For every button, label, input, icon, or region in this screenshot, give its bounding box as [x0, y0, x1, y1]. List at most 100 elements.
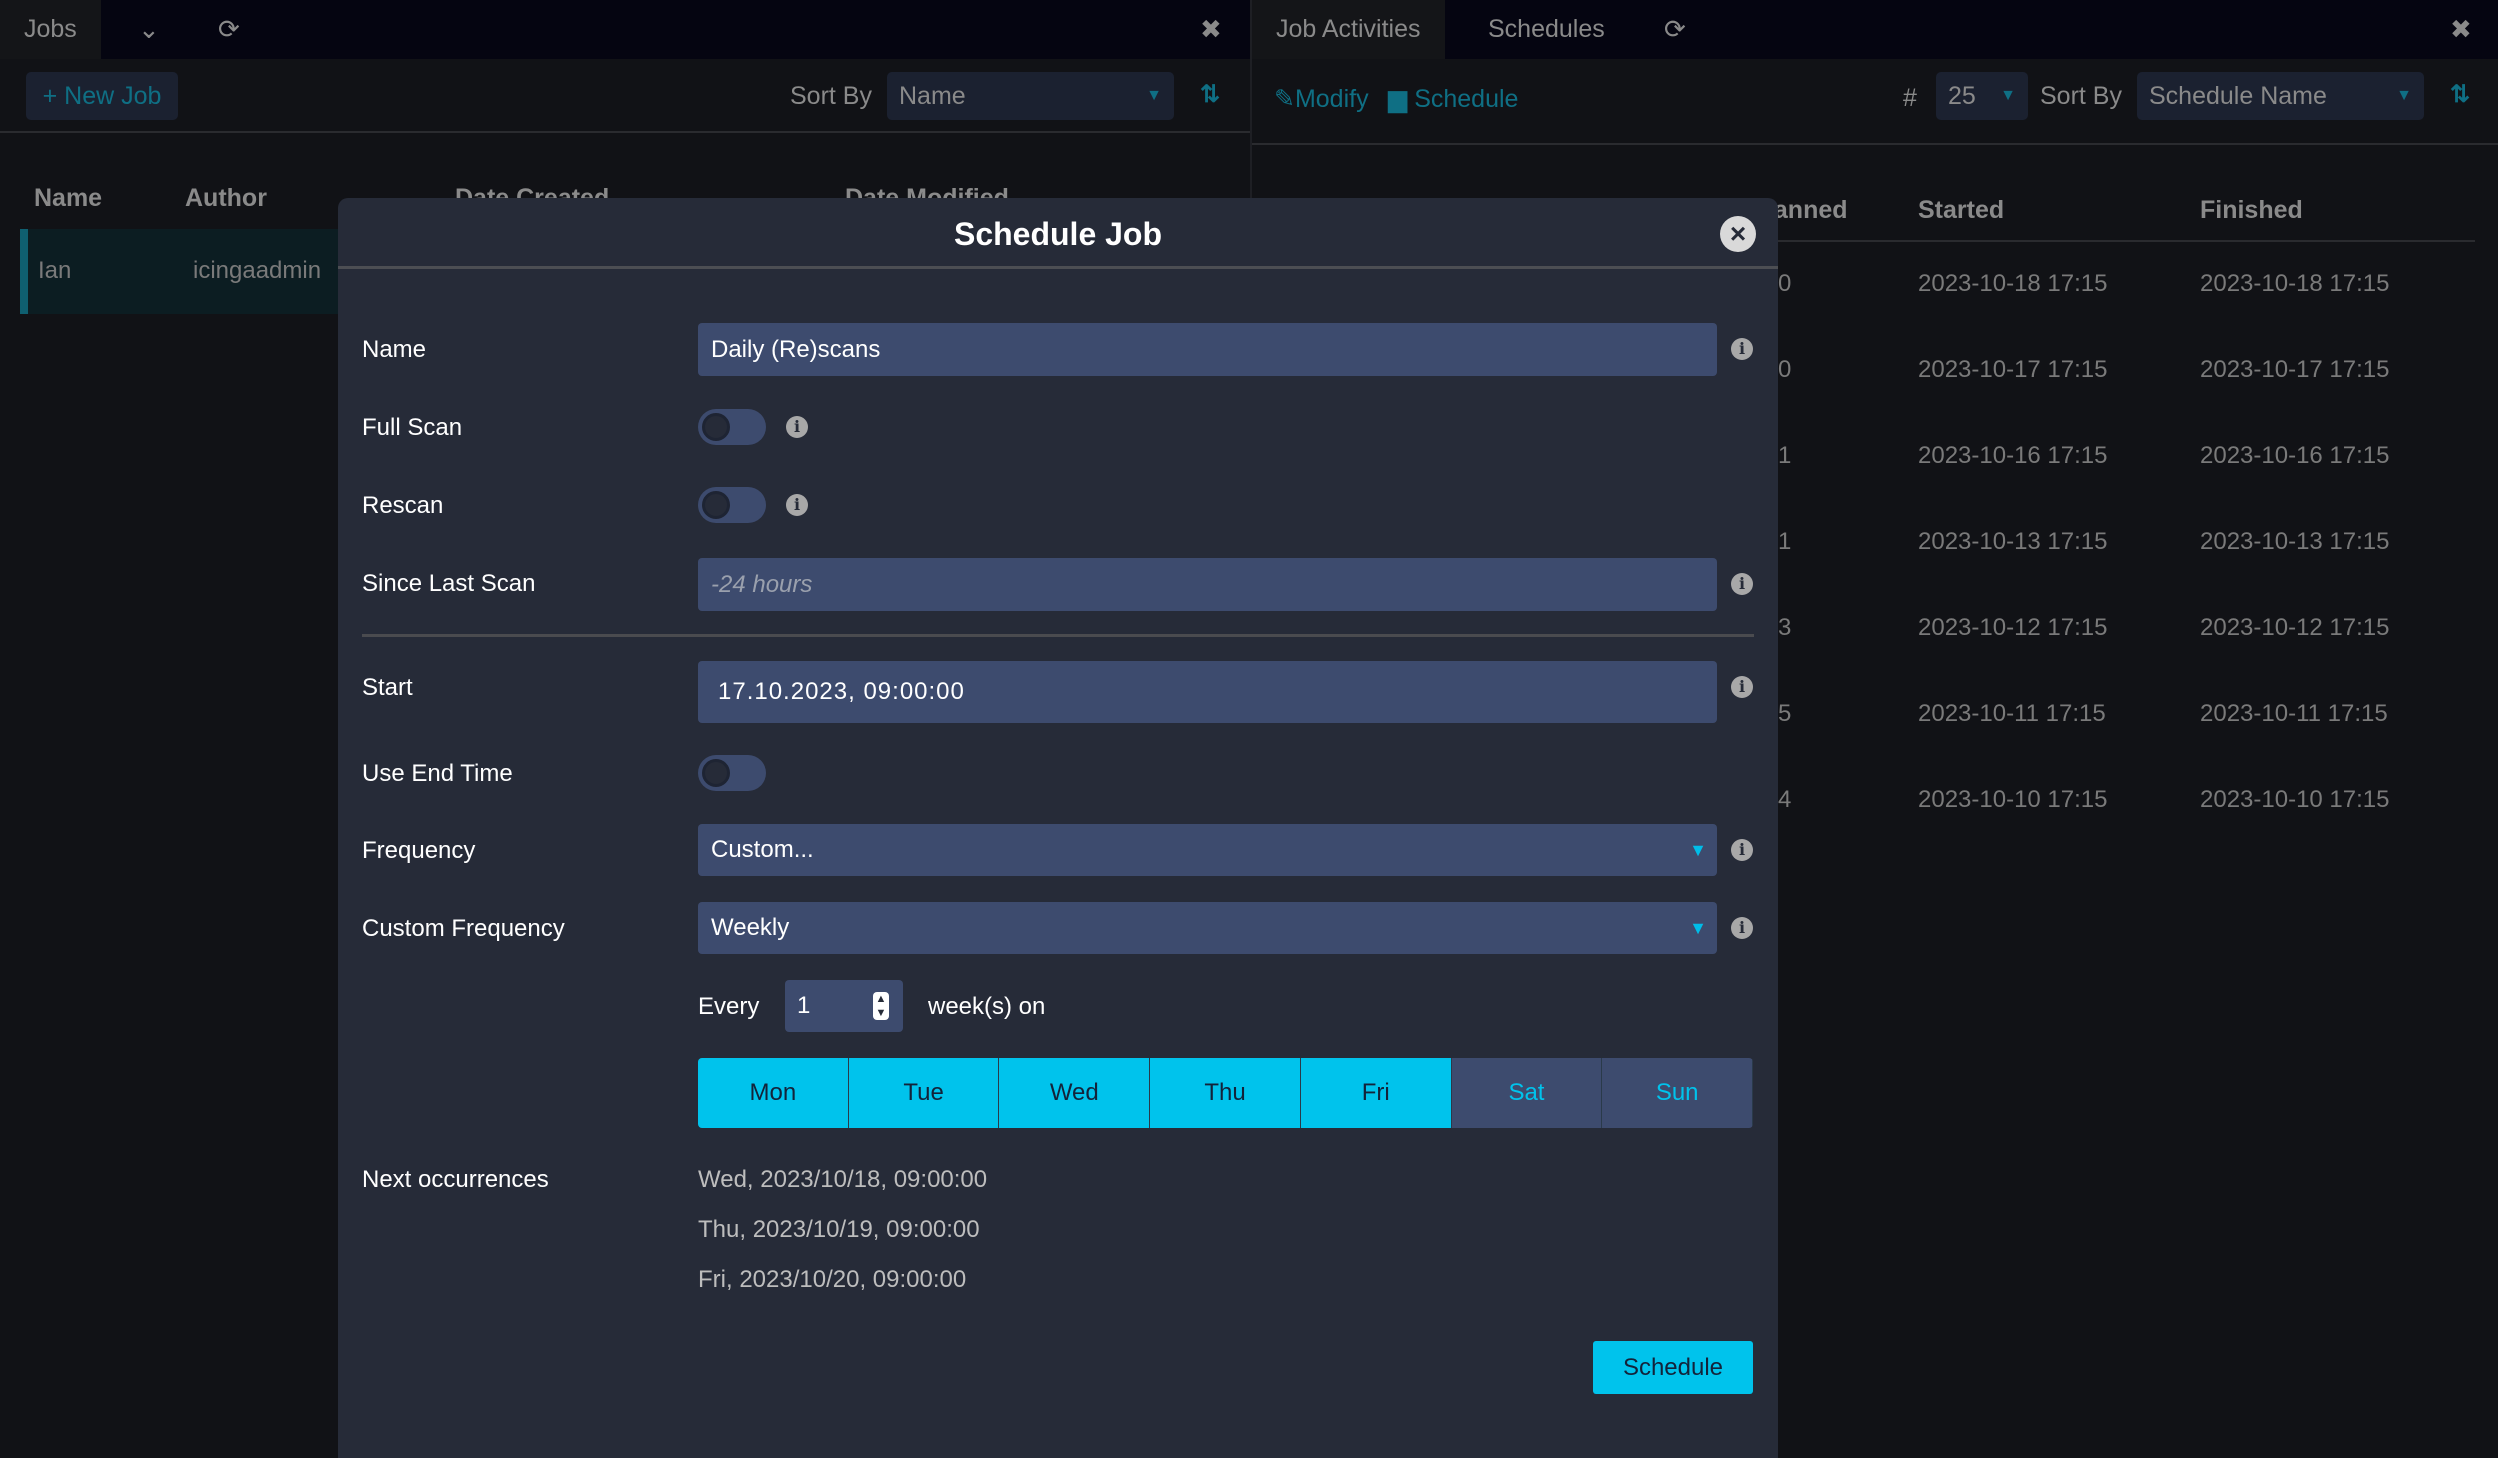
row-name: Ian: [38, 257, 72, 284]
row-scanned: 3: [1778, 614, 1792, 641]
info-icon[interactable]: i: [1731, 839, 1753, 861]
day-toggle-wed[interactable]: Wed: [999, 1058, 1151, 1128]
new-job-button[interactable]: + New Job: [26, 72, 178, 120]
custom-frequency-label: Custom Frequency: [362, 915, 565, 942]
page-size-value: 25: [1948, 82, 1976, 110]
sort-direction-icon[interactable]: ⇅: [1200, 80, 1220, 109]
sort-by-select[interactable]: Name ▼: [887, 72, 1174, 120]
day-toggle-sat[interactable]: Sat: [1451, 1058, 1603, 1128]
every-number-input[interactable]: 1 ▲ ▼: [785, 980, 903, 1032]
modify-button[interactable]: ✎Modify: [1274, 84, 1369, 114]
since-last-scan-label: Since Last Scan: [362, 570, 536, 597]
refresh-icon[interactable]: ⟳: [1664, 0, 1686, 59]
start-label: Start: [362, 674, 413, 701]
next-occurrence: Wed, 2023/10/18, 09:00:00: [698, 1166, 988, 1193]
divider: [362, 634, 1754, 637]
caret-down-icon: ▼: [1689, 839, 1707, 860]
name-input[interactable]: Daily (Re)scans: [698, 323, 1717, 376]
row-started: 2023-10-13 17:15: [1918, 528, 2108, 555]
row-scanned: 0: [1778, 356, 1792, 383]
row-started: 2023-10-18 17:15: [1918, 270, 2108, 297]
row-scanned: 0: [1778, 270, 1792, 297]
close-icon[interactable]: ✖: [1200, 0, 1222, 59]
next-occurrences-label: Next occurrences: [362, 1166, 549, 1193]
row-finished: 2023-10-16 17:15: [2200, 442, 2390, 469]
custom-frequency-value: Weekly: [711, 914, 790, 941]
start-datetime-input[interactable]: 17.10.2023, 09:00:00: [698, 661, 1717, 723]
divider: [1770, 240, 2475, 242]
day-toggle-mon[interactable]: Mon: [698, 1058, 849, 1128]
column-header-name[interactable]: Name: [34, 184, 102, 213]
refresh-icon[interactable]: ⟳: [218, 0, 240, 59]
row-scanned: 1: [1778, 528, 1792, 555]
info-icon[interactable]: i: [1731, 338, 1753, 360]
divider: [338, 266, 1778, 269]
row-finished: 2023-10-17 17:15: [2200, 356, 2390, 383]
column-header-started[interactable]: Started: [1918, 196, 2004, 225]
caret-down-icon: ▼: [1689, 917, 1707, 938]
column-header-author[interactable]: Author: [185, 184, 267, 213]
day-toggle-tue[interactable]: Tue: [848, 1058, 1000, 1128]
sort-direction-icon[interactable]: ⇅: [2450, 80, 2470, 109]
frequency-label: Frequency: [362, 837, 476, 864]
rescan-label: Rescan: [362, 492, 444, 519]
column-header-finished[interactable]: Finished: [2200, 196, 2303, 225]
caret-down-icon: ▼: [2000, 87, 2016, 104]
frequency-select[interactable]: Custom... ▼: [698, 824, 1717, 876]
row-started: 2023-10-12 17:15: [1918, 614, 2108, 641]
every-label: Every: [698, 993, 760, 1020]
row-scanned: 4: [1778, 786, 1792, 813]
tab-jobs[interactable]: Jobs: [0, 0, 101, 59]
every-unit-label: week(s) on: [928, 993, 1046, 1020]
divider: [1252, 143, 2498, 145]
since-last-scan-input[interactable]: -24 hours: [698, 558, 1717, 611]
caret-down-icon: ▼: [1146, 87, 1162, 104]
row-started: 2023-10-16 17:15: [1918, 442, 2108, 469]
rescan-toggle[interactable]: [698, 487, 766, 523]
sort-by-label: Sort By: [790, 82, 872, 110]
schedule-label: Schedule: [1414, 85, 1519, 113]
day-toggle-thu[interactable]: Thu: [1150, 1058, 1301, 1128]
day-toggle-sun[interactable]: Sun: [1602, 1058, 1753, 1128]
edit-icon: ✎: [1274, 85, 1295, 113]
row-finished: 2023-10-10 17:15: [2200, 786, 2390, 813]
row-started: 2023-10-17 17:15: [1918, 356, 2108, 383]
row-started: 2023-10-10 17:15: [1918, 786, 2108, 813]
schedule-job-modal: Schedule Job × Name Daily (Re)scans i Fu…: [338, 198, 1778, 1458]
full-scan-toggle[interactable]: [698, 409, 766, 445]
use-end-time-toggle[interactable]: [698, 755, 766, 791]
chevron-down-icon[interactable]: ⌄: [138, 0, 160, 59]
tab-job-activities[interactable]: Job Activities: [1252, 0, 1445, 59]
sort-by-select[interactable]: Schedule Name ▼: [2137, 72, 2424, 120]
every-value: 1: [797, 992, 811, 1019]
row-scanned: 1: [1778, 442, 1792, 469]
row-scanned: 5: [1778, 700, 1792, 727]
row-finished: 2023-10-13 17:15: [2200, 528, 2390, 555]
info-icon[interactable]: i: [786, 416, 808, 438]
spinner-icon[interactable]: ▲ ▼: [873, 992, 889, 1020]
page-size-select[interactable]: 25 ▼: [1936, 72, 2028, 120]
row-started: 2023-10-11 17:15: [1918, 700, 2106, 727]
row-finished: 2023-10-18 17:15: [2200, 270, 2390, 297]
schedule-button[interactable]: ▆ Schedule: [1388, 84, 1518, 114]
caret-down-icon: ▼: [2396, 87, 2412, 104]
use-end-time-label: Use End Time: [362, 760, 513, 787]
info-icon[interactable]: i: [1731, 573, 1753, 595]
tab-schedules[interactable]: Schedules: [1464, 0, 1629, 59]
custom-frequency-select[interactable]: Weekly ▼: [698, 902, 1717, 954]
name-label: Name: [362, 336, 427, 363]
modal-title: Schedule Job: [953, 216, 1163, 252]
start-value: 17.10.2023, 09:00:00: [718, 678, 965, 705]
day-toggle-fri[interactable]: Fri: [1300, 1058, 1452, 1128]
next-occurrence: Thu, 2023/10/19, 09:00:00: [698, 1216, 980, 1243]
since-last-scan-placeholder: -24 hours: [711, 570, 813, 598]
divider: [0, 131, 1250, 133]
close-icon[interactable]: ✖: [2450, 0, 2472, 59]
info-icon[interactable]: i: [786, 494, 808, 516]
name-value: Daily (Re)scans: [711, 335, 881, 363]
info-icon[interactable]: i: [1731, 917, 1753, 939]
weekday-selector: Mon Tue Wed Thu Fri Sat Sun: [698, 1058, 1753, 1128]
info-icon[interactable]: i: [1731, 676, 1753, 698]
close-icon[interactable]: ×: [1720, 216, 1756, 252]
schedule-submit-button[interactable]: Schedule: [1593, 1341, 1753, 1394]
